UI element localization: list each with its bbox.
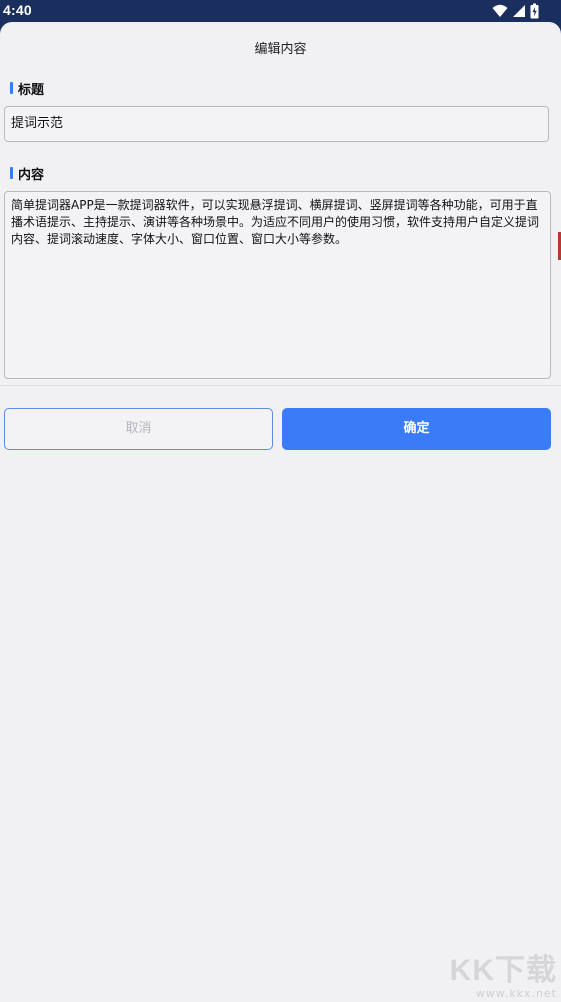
confirm-button[interactable]: 确定 [282, 408, 551, 450]
edit-content-dialog: 编辑内容 标题 内容 简单提词器APP是一款提词器软件，可以实现悬浮提词、横屏提… [0, 22, 561, 1002]
watermark-logo: KK下载 [449, 954, 557, 987]
title-input[interactable] [4, 106, 549, 142]
watermark-url: www.kkx.net [475, 987, 557, 1000]
battery-icon [530, 3, 539, 19]
content-label-text: 内容 [18, 167, 45, 183]
section-marker-icon [10, 167, 13, 179]
wifi-icon [492, 3, 508, 19]
dialog-title: 编辑内容 [254, 42, 307, 57]
status-bar: 4:40 [0, 0, 561, 22]
cancel-button[interactable]: 取消 [4, 408, 273, 450]
divider [0, 385, 561, 386]
title-label-text: 标题 [18, 82, 45, 98]
status-icons [492, 3, 539, 19]
title-section-label: 标题 [10, 81, 45, 98]
section-marker-icon [10, 82, 13, 94]
content-section-label: 内容 [10, 166, 45, 183]
watermark: KK下载 www.kkx.net [450, 954, 557, 1000]
content-textarea[interactable]: 简单提词器APP是一款提词器软件，可以实现悬浮提词、横屏提词、竖屏提词等各种功能… [4, 191, 551, 379]
cellular-signal-icon [512, 3, 526, 19]
status-time: 4:40 [3, 2, 32, 18]
